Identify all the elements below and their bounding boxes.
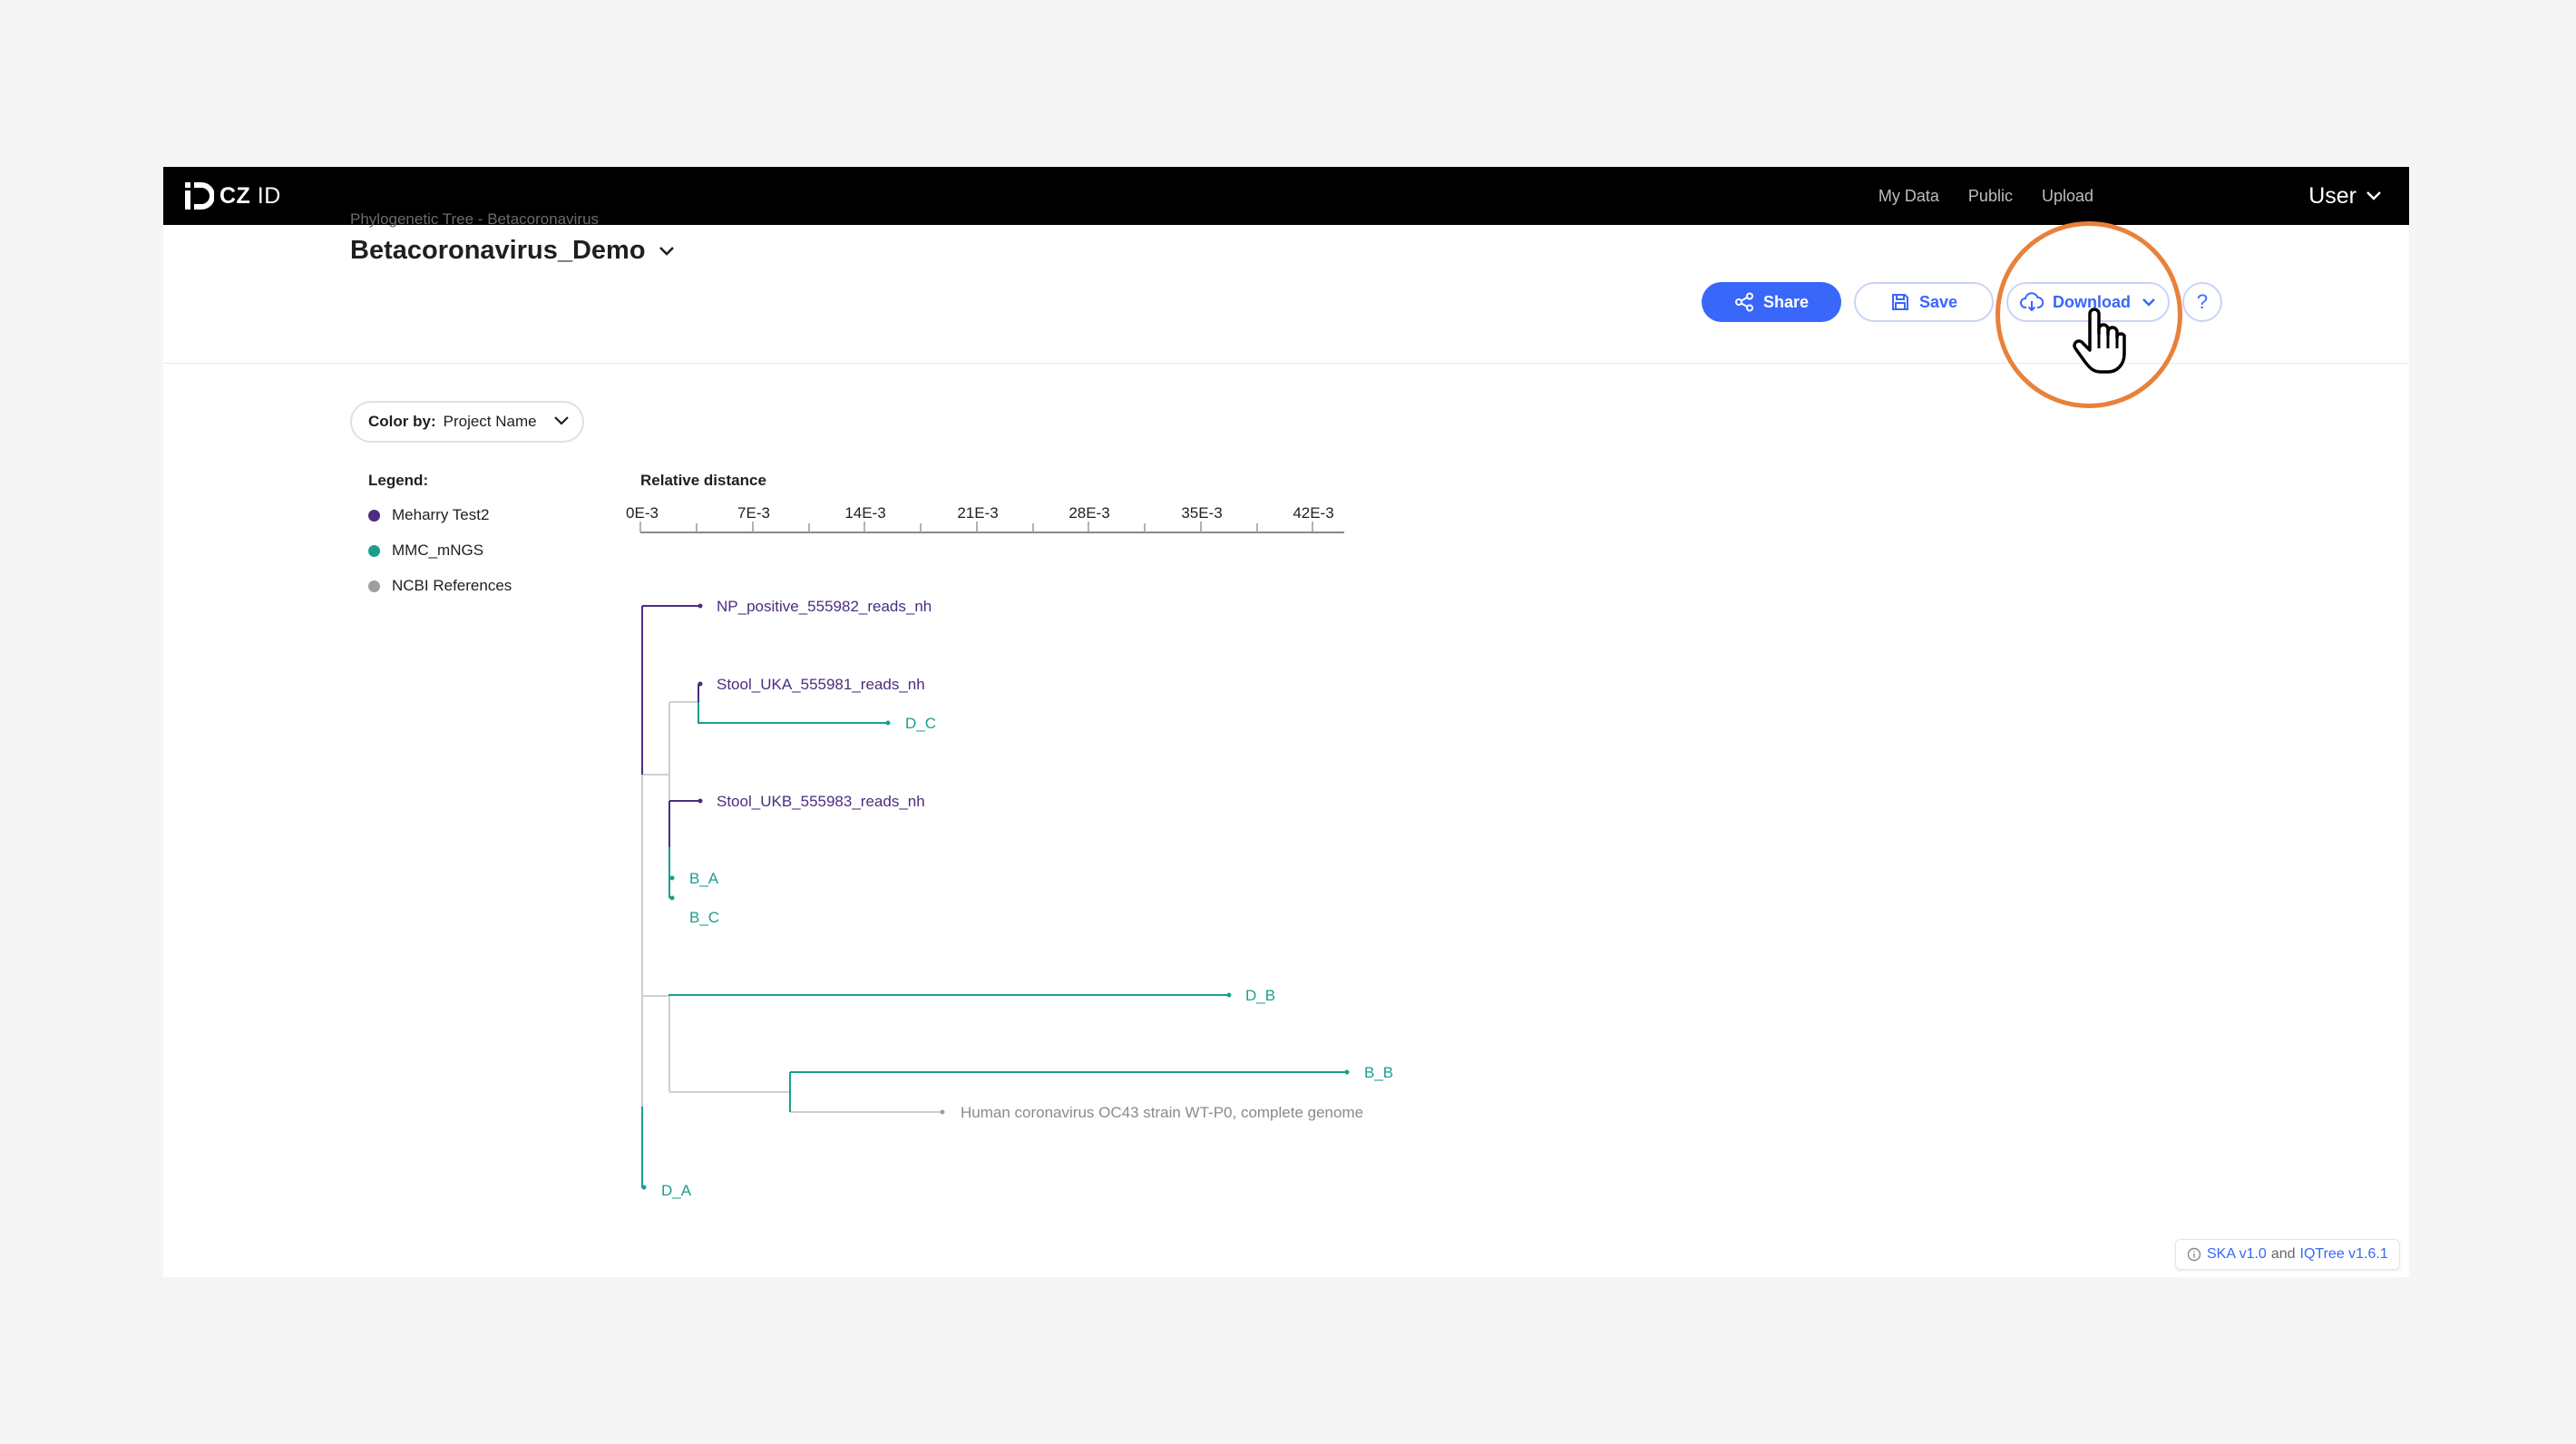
leaf-label[interactable]: D_B: [1245, 987, 1275, 1004]
axis-tick-label: 0E-3: [626, 504, 659, 522]
leaf-label[interactable]: Stool_UKA_555981_reads_nh: [717, 676, 925, 693]
axis-tick-label: 35E-3: [1181, 504, 1222, 522]
app-window: CZ ID My Data Public Upload User Phyloge…: [163, 167, 2409, 1277]
axis-tick-label: 7E-3: [737, 504, 770, 522]
leaf-label[interactable]: B_B: [1364, 1064, 1393, 1081]
tree-branches-purple: [641, 605, 700, 847]
leaf-label[interactable]: Human coronavirus OC43 strain WT-P0, com…: [961, 1104, 1363, 1121]
axis-minor-ticks: [639, 522, 1313, 532]
axis-title: Relative distance: [640, 472, 766, 489]
info-icon: [2187, 1247, 2201, 1262]
axis-tick-label: 21E-3: [957, 504, 998, 522]
iqtree-link[interactable]: IQTree v1.6.1: [2300, 1246, 2388, 1263]
leaf-label[interactable]: D_C: [905, 715, 936, 732]
software-versions-note: SKA v1.0 and IQTree v1.6.1: [2175, 1239, 2400, 1270]
leaf-label[interactable]: NP_positive_555982_reads_nh: [717, 598, 932, 615]
ska-link[interactable]: SKA v1.0: [2207, 1246, 2267, 1263]
phylogenetic-tree: Relative distance 0E-3 7E-3 14E-3 21E-3 …: [626, 472, 1393, 1199]
leaf-label[interactable]: Stool_UKB_555983_reads_nh: [717, 793, 925, 810]
axis-tick-label: 28E-3: [1068, 504, 1109, 522]
axis-tick-label: 14E-3: [844, 504, 885, 522]
and-text: and: [2270, 1246, 2296, 1262]
leaf-label[interactable]: B_C: [689, 909, 719, 926]
leaf-label[interactable]: D_A: [661, 1182, 692, 1199]
leaf-label[interactable]: B_A: [689, 870, 719, 887]
axis-tick-label: 42E-3: [1293, 504, 1333, 522]
